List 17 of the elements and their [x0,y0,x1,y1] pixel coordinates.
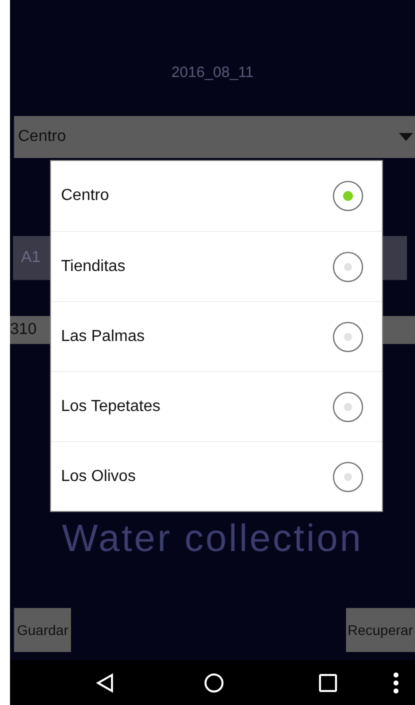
option-label[interactable]: Las Palmas [61,324,145,348]
radio-button[interactable] [332,460,364,492]
option-label[interactable]: Tienditas [61,254,126,278]
option-label[interactable]: Los Olivos [61,464,136,488]
back-icon[interactable] [96,672,114,692]
more-options-icon[interactable] [393,672,399,694]
date-label: 2016_08_11 [171,62,254,83]
radio-button[interactable] [332,250,364,282]
radio-button[interactable] [332,320,364,352]
home-icon[interactable] [204,672,224,692]
option-label[interactable]: Centro [61,184,110,208]
dropdown-caret-icon [399,133,413,141]
recents-icon[interactable] [319,674,337,692]
app-title: Water collection [62,517,363,562]
radio-button[interactable] [332,180,364,212]
option-label[interactable]: Los Tepetates [61,394,160,418]
radio-button[interactable] [332,390,364,422]
